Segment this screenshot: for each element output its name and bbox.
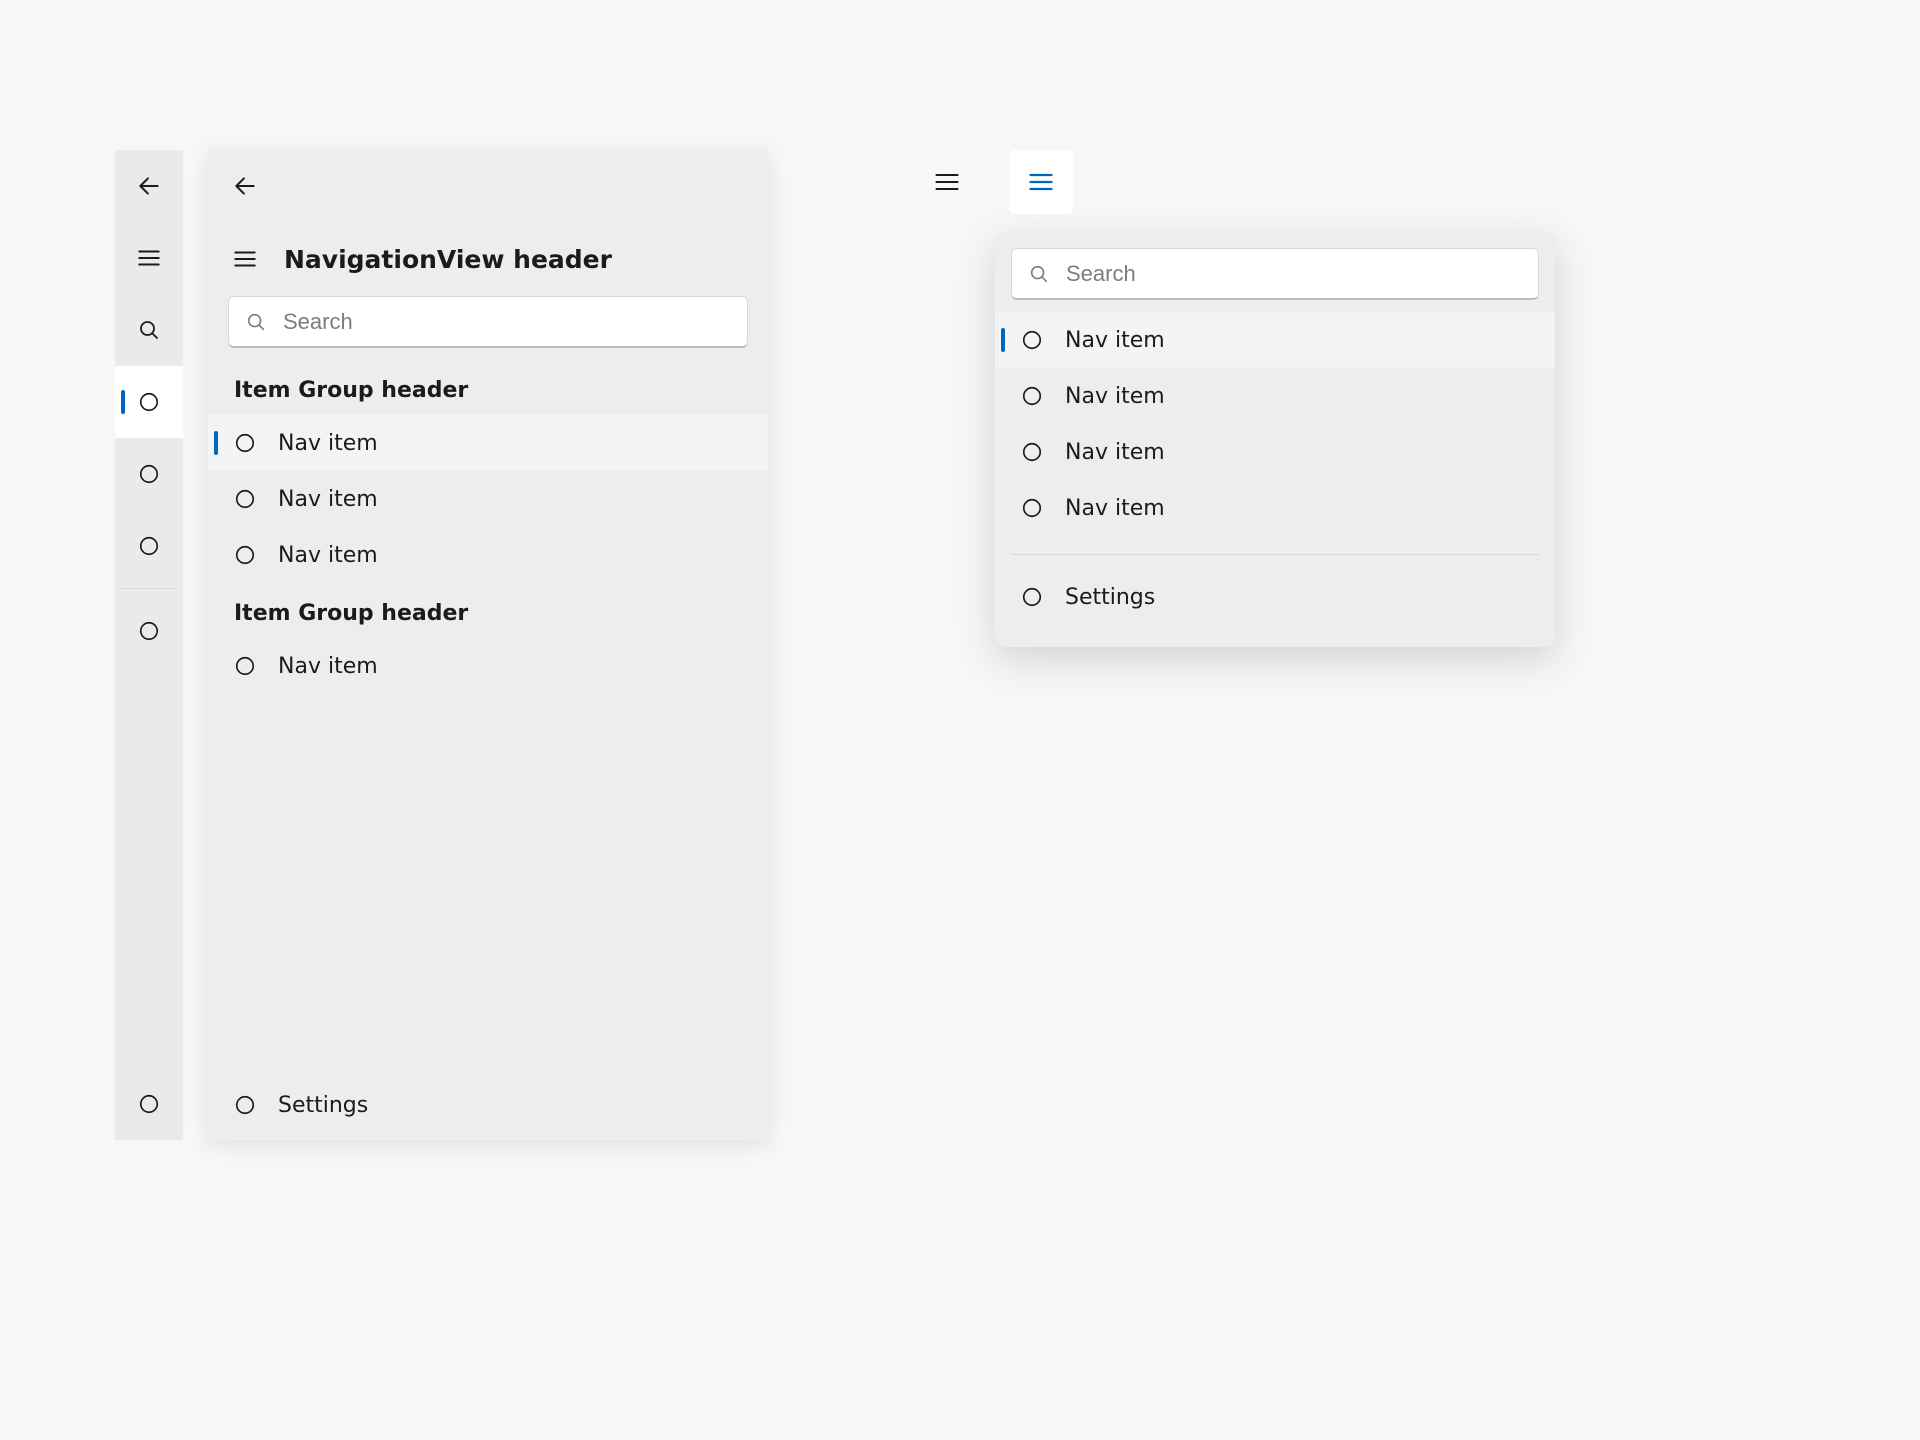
hamburger-icon[interactable] [232,246,258,272]
circle-icon [1021,329,1043,351]
nav-item[interactable]: Nav item [208,471,768,527]
search-box[interactable] [1011,248,1539,300]
nav-item[interactable]: Nav item [208,527,768,583]
nav-item[interactable]: Nav item [995,424,1555,480]
hamburger-icon [1027,168,1055,196]
circle-icon [138,391,160,413]
circle-icon [1021,586,1043,608]
selection-indicator [1001,328,1005,352]
nav-item-label: Nav item [1065,384,1165,409]
circle-icon [1021,385,1043,407]
circle-icon [234,432,256,454]
hamburger-toggle-button-active[interactable] [1009,150,1073,214]
hamburger-icon [136,245,162,271]
navigationview-left-expanded: NavigationView header Item Group header … [115,150,765,1140]
circle-icon [234,1094,256,1116]
search-input[interactable] [1064,260,1522,288]
nav-item-label: Nav item [1065,496,1165,521]
nav-item-label: Nav item [278,487,378,512]
pane-header-title: NavigationView header [284,245,612,274]
nav-item-label: Nav item [278,543,378,568]
search-input[interactable] [281,308,731,336]
circle-icon [234,488,256,510]
compact-nav-item-4[interactable] [115,595,183,667]
circle-icon [234,544,256,566]
settings-item[interactable]: Settings [208,1070,768,1140]
nav-item-label: Nav item [1065,328,1165,353]
item-group-header: Item Group header [208,360,768,415]
circle-icon [138,620,160,642]
nav-item-label: Nav item [278,654,378,679]
flyout-pane: Nav item Nav item Nav item Nav item S [995,232,1555,647]
nav-item[interactable]: Nav item [208,638,768,694]
item-group-header: Item Group header [208,583,768,638]
navigationview-top-minimal: Nav item Nav item Nav item Nav item S [895,150,1475,647]
settings-label: Settings [278,1093,368,1118]
back-arrow-icon [136,173,162,199]
search-icon [137,318,161,342]
selection-indicator [121,390,125,414]
circle-icon [1021,441,1043,463]
back-button[interactable] [115,150,183,222]
nav-item[interactable]: Nav item [995,368,1555,424]
search-button[interactable] [115,294,183,366]
compact-nav-item-3[interactable] [115,510,183,582]
back-button[interactable] [208,150,282,222]
search-icon [245,311,267,333]
nav-item[interactable]: Nav item [995,480,1555,536]
settings-item[interactable]: Settings [995,567,1555,627]
compact-nav-item-1[interactable] [115,366,183,438]
nav-item[interactable]: Nav item [208,415,768,471]
search-icon [1028,263,1050,285]
compact-nav-item-2[interactable] [115,438,183,510]
toggle-row [895,150,1475,214]
circle-icon [234,655,256,677]
nav-item[interactable]: Nav item [995,312,1555,368]
settings-label: Settings [1065,585,1155,610]
hamburger-toggle-button[interactable] [115,222,183,294]
nav-item-label: Nav item [278,431,378,456]
search-box[interactable] [228,296,748,348]
hamburger-toggle-button[interactable] [915,150,979,214]
separator [1011,554,1539,555]
separator [122,588,176,589]
circle-icon [138,1093,160,1115]
circle-icon [138,463,160,485]
circle-icon [1021,497,1043,519]
compact-settings-item[interactable] [115,1068,183,1140]
expanded-pane: NavigationView header Item Group header … [208,150,768,1140]
nav-item-label: Nav item [1065,440,1165,465]
back-arrow-icon [232,173,258,199]
compact-rail [115,150,183,1140]
selection-indicator [214,431,218,455]
circle-icon [138,535,160,557]
hamburger-icon [933,168,961,196]
pane-header-row: NavigationView header [208,222,768,296]
